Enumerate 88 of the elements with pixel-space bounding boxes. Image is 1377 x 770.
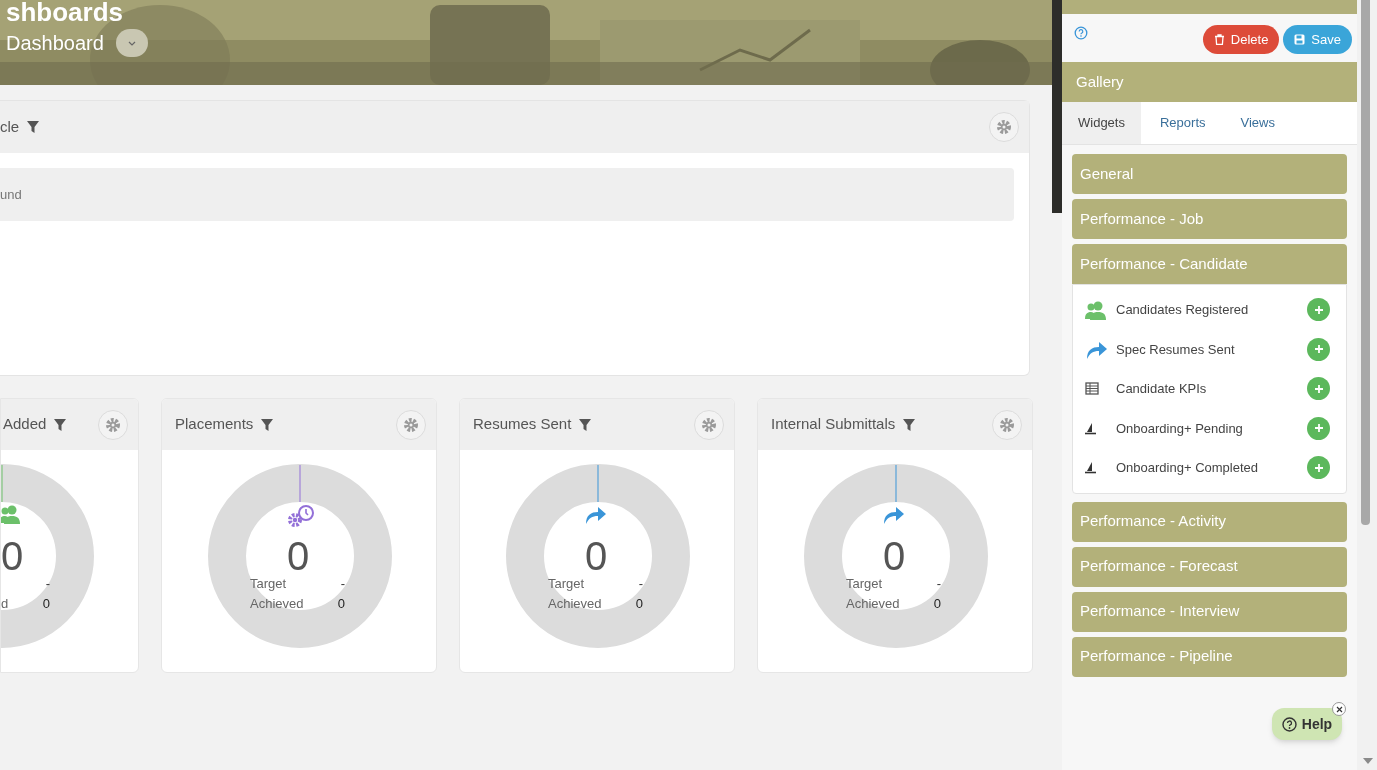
plus-icon bbox=[1314, 384, 1323, 393]
plus-icon bbox=[1314, 424, 1323, 433]
widget-title: Added bbox=[3, 414, 47, 435]
tab[interactable]: Widgets bbox=[1062, 102, 1141, 144]
trash-icon bbox=[1213, 34, 1225, 45]
gear-icon bbox=[999, 416, 1015, 433]
share-arrow-icon bbox=[584, 504, 606, 525]
gallery-title: Gallery bbox=[1076, 71, 1124, 92]
accordion-header[interactable]: Performance - Candidate bbox=[1072, 244, 1347, 284]
add-button[interactable] bbox=[1307, 377, 1330, 401]
table-icon bbox=[1085, 382, 1099, 396]
filter-icon bbox=[579, 418, 592, 431]
accordion-header[interactable]: Performance - Activity bbox=[1072, 501, 1347, 542]
achieved-label: Achieved bbox=[846, 595, 900, 613]
scrollbar-thumb[interactable] bbox=[1361, 0, 1370, 525]
share-arrow-icon bbox=[882, 504, 904, 525]
tab[interactable]: Views bbox=[1224, 102, 1291, 144]
accordion-header[interactable]: Performance - Forecast bbox=[1072, 546, 1347, 587]
accordion-header[interactable]: Performance - Interview bbox=[1072, 591, 1347, 632]
achieved-label: Achieved bbox=[548, 595, 602, 613]
gears-clock-icon bbox=[286, 504, 314, 528]
add-button[interactable] bbox=[1307, 298, 1330, 322]
add-button[interactable] bbox=[1307, 416, 1330, 440]
gear-icon bbox=[105, 416, 121, 433]
settings-button[interactable] bbox=[992, 409, 1022, 440]
filter-icon bbox=[54, 418, 67, 431]
widget-title: cle bbox=[0, 116, 20, 137]
filter-icon bbox=[27, 121, 40, 133]
accordion-header[interactable]: Performance - Pipeline bbox=[1072, 636, 1347, 677]
achieved-value: 0 bbox=[337, 595, 346, 613]
achieved-label: d bbox=[1, 595, 9, 613]
filter-icon bbox=[903, 418, 916, 431]
filter-icon bbox=[261, 418, 274, 431]
target-value: - bbox=[638, 575, 644, 593]
settings-button[interactable] bbox=[396, 409, 426, 440]
accordion-header[interactable]: General bbox=[1072, 154, 1347, 194]
target-value: - bbox=[45, 575, 51, 593]
save-icon bbox=[1294, 34, 1306, 45]
add-button[interactable] bbox=[1307, 337, 1330, 361]
widget-title: Internal Submittals bbox=[771, 414, 896, 435]
target-value: - bbox=[936, 575, 942, 593]
achieved-value: 0 bbox=[933, 595, 942, 613]
widget-name: Spec Resumes Sent bbox=[1116, 340, 1236, 359]
gear-icon bbox=[403, 416, 419, 433]
widget-name: Onboarding+ Pending bbox=[1116, 419, 1244, 438]
settings-button[interactable] bbox=[694, 409, 724, 440]
count-value: 0 bbox=[287, 534, 310, 578]
delete-button[interactable]: Delete bbox=[1202, 25, 1280, 54]
add-button[interactable] bbox=[1307, 456, 1330, 480]
widget-name: Onboarding+ Completed bbox=[1116, 459, 1259, 477]
widget-title: Placements bbox=[175, 414, 254, 435]
close-button[interactable] bbox=[1332, 702, 1346, 716]
people-icon bbox=[1085, 299, 1106, 320]
chevron-down-icon bbox=[127, 40, 136, 46]
no-data-message: und bbox=[0, 185, 22, 204]
plus-icon bbox=[1314, 305, 1323, 314]
gear-icon bbox=[996, 119, 1012, 135]
sail-icon bbox=[1085, 461, 1096, 475]
help-icon bbox=[1074, 26, 1088, 40]
accordion-header[interactable]: Performance - Job bbox=[1072, 199, 1347, 239]
achieved-value: 0 bbox=[635, 595, 644, 613]
sail-icon bbox=[1085, 421, 1096, 435]
save-button[interactable]: Save bbox=[1283, 25, 1352, 54]
settings-button[interactable] bbox=[98, 409, 128, 440]
achieved-value: 0 bbox=[42, 595, 51, 613]
count-value: 0 bbox=[1, 534, 24, 578]
dashboard-name: Dashboard bbox=[6, 31, 104, 56]
target-label: Target bbox=[846, 575, 883, 593]
settings-button[interactable] bbox=[989, 112, 1019, 142]
people-icon bbox=[1, 504, 20, 524]
target-label: Target bbox=[250, 575, 287, 593]
help-icon bbox=[1281, 716, 1297, 732]
gear-icon bbox=[701, 416, 717, 433]
tab[interactable]: Reports bbox=[1143, 102, 1222, 144]
scroll-down-icon[interactable] bbox=[1363, 758, 1373, 764]
help-button[interactable]: Help bbox=[1272, 708, 1342, 740]
plus-icon bbox=[1314, 463, 1323, 472]
achieved-label: Achieved bbox=[250, 595, 304, 613]
widget-title: Resumes Sent bbox=[473, 414, 572, 435]
page-title: shboards bbox=[6, 0, 124, 24]
count-value: 0 bbox=[883, 534, 906, 578]
widget-name: Candidates Registered bbox=[1116, 301, 1250, 319]
close-icon bbox=[1335, 705, 1343, 713]
target-value: - bbox=[340, 575, 346, 593]
count-value: 0 bbox=[585, 534, 608, 578]
widget-name: Candidate KPIs bbox=[1116, 380, 1208, 398]
plus-icon bbox=[1314, 345, 1323, 354]
target-label: Target bbox=[548, 575, 585, 593]
